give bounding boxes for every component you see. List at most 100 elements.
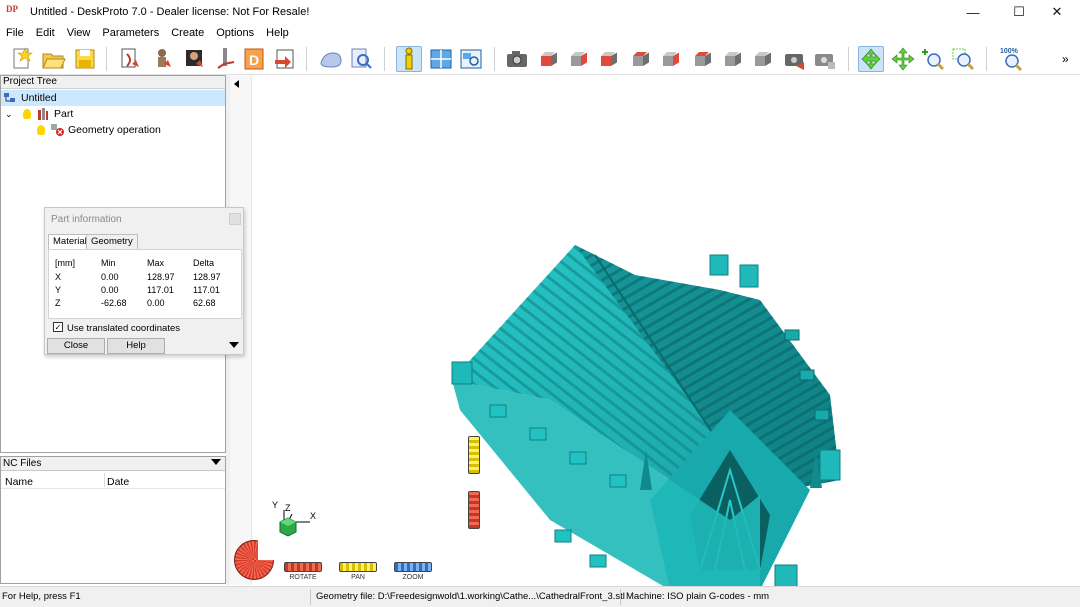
tree-item-label: Untitled (21, 92, 57, 104)
tree-item-part[interactable]: ⌄ Part (5, 106, 73, 122)
import-vector-icon[interactable] (150, 46, 176, 72)
nc-files-columns: Name Date (1, 471, 225, 489)
pan-label: PAN (351, 574, 365, 581)
axis-label-x: X (310, 511, 316, 521)
status-machine: Machine: ISO plain G-codes - mm (626, 591, 770, 602)
zoom-100-label: 100% (1000, 48, 1019, 55)
nc-files-panel: NC Files Name Date (0, 456, 226, 584)
menu-file[interactable]: File (0, 24, 30, 42)
status-help-text: For Help, press F1 (2, 591, 81, 602)
view-iso-icon[interactable] (720, 46, 746, 72)
tree-item-geometry-operation[interactable]: Geometry operation (37, 122, 161, 138)
dialog-title: Part information (51, 214, 122, 225)
drill-icon[interactable] (214, 46, 240, 72)
menu-view[interactable]: View (61, 24, 97, 42)
new-file-icon[interactable] (8, 46, 34, 72)
status-geometry-file: Geometry file: D:\Freedesignwold\1.worki… (316, 591, 625, 602)
visibility-bulb-icon[interactable] (37, 125, 45, 135)
svg-text:D: D (249, 52, 259, 68)
menu-parameters[interactable]: Parameters (96, 24, 165, 42)
zoom-in-icon[interactable] (920, 46, 946, 72)
toolbar-overflow-button[interactable]: » (1062, 52, 1069, 66)
expand-dialog-icon[interactable] (229, 342, 239, 348)
nc-files-title: NC Files (3, 458, 42, 469)
tree-item-label: Part (54, 108, 74, 120)
axis-triad: Y Z X (272, 500, 322, 540)
table-cell-max: 128.97 (147, 272, 175, 282)
chevron-down-icon[interactable] (211, 459, 221, 465)
minimize-button[interactable]: — (950, 0, 996, 24)
menu-edit[interactable]: Edit (30, 24, 61, 42)
save-icon[interactable] (72, 46, 98, 72)
table-cell-max: 117.01 (147, 285, 174, 295)
menu-options[interactable]: Options (210, 24, 260, 42)
export-icon[interactable] (272, 46, 298, 72)
import-bitmap-icon[interactable] (182, 46, 208, 72)
info-icon[interactable] (396, 46, 422, 72)
view-front-icon[interactable] (536, 46, 562, 72)
tree-item-untitled[interactable]: Untitled (1, 90, 225, 106)
nc-files-header: NC Files (1, 457, 225, 471)
pan-slider[interactable] (339, 562, 377, 572)
table-header-min: Min (101, 258, 116, 268)
tab-geometry[interactable]: Geometry (86, 234, 138, 249)
rotate-mode-icon[interactable] (858, 46, 884, 72)
table-cell-delta: 128.97 (193, 272, 221, 282)
rotate-vertical-slider[interactable] (468, 491, 480, 529)
menu-help[interactable]: Help (260, 24, 295, 42)
rotate-dial-mask (258, 540, 278, 560)
zoom-100-icon[interactable]: 100% (998, 46, 1028, 72)
view-right-icon[interactable] (628, 46, 654, 72)
design-icon[interactable]: D (242, 46, 268, 72)
collapse-panel-icon[interactable] (234, 80, 239, 88)
toolbar-separator (848, 47, 849, 71)
capture2-icon[interactable] (812, 46, 838, 72)
app-window: DP Untitled - DeskProto 7.0 - Dealer lic… (0, 0, 1080, 607)
window-title: Untitled - DeskProto 7.0 - Dealer licens… (30, 6, 310, 18)
use-translated-checkbox[interactable]: ✓ (53, 322, 63, 332)
zoom-search-icon[interactable] (348, 46, 374, 72)
table-header-unit: [mm] (55, 258, 75, 268)
table-row-axis: Y (55, 285, 62, 295)
tree-item-label: Geometry operation (68, 124, 161, 136)
cathedral-model[interactable] (430, 170, 880, 607)
rotate-slider[interactable] (284, 562, 322, 572)
table-cell-min: -62.68 (101, 298, 127, 308)
pan-vertical-slider[interactable] (468, 436, 480, 474)
table-row-axis: X (55, 272, 62, 282)
pan-mode-icon[interactable] (890, 46, 916, 72)
import-geometry-icon[interactable] (118, 46, 144, 72)
column-divider[interactable] (104, 473, 105, 487)
geometry-operation-error-icon (51, 124, 64, 136)
render-view-icon[interactable] (458, 46, 484, 72)
zoom-slider[interactable] (394, 562, 432, 572)
dimension-table: [mm] Min Max Delta X 0.00 128.97 128.97 … (48, 249, 242, 319)
close-button[interactable]: Close (47, 338, 105, 354)
dialog-close-button[interactable] (229, 213, 241, 225)
expand-chevron-icon[interactable]: ⌄ (5, 109, 17, 120)
menu-create[interactable]: Create (165, 24, 210, 42)
3d-viewport[interactable] (230, 75, 1080, 590)
layout-icon[interactable] (428, 46, 454, 72)
open-folder-icon[interactable] (40, 46, 66, 72)
help-button[interactable]: Help (107, 338, 165, 354)
use-translated-label: Use translated coordinates (67, 323, 181, 334)
view-top-icon[interactable] (658, 46, 684, 72)
visibility-bulb-icon[interactable] (23, 109, 31, 119)
view-back-icon[interactable] (566, 46, 592, 72)
column-header-date[interactable]: Date (107, 476, 129, 488)
main-toolbar: D 100% » (0, 42, 1080, 75)
view-left-icon[interactable] (596, 46, 622, 72)
capture-icon[interactable] (782, 46, 808, 72)
view-bottom-icon[interactable] (690, 46, 716, 72)
menu-bar: File Edit View Parameters Create Options… (0, 24, 1080, 42)
column-header-name[interactable]: Name (5, 476, 33, 488)
shading-icon[interactable] (318, 46, 344, 72)
table-header-max: Max (147, 258, 165, 268)
close-window-button[interactable]: ✕ (1034, 0, 1080, 24)
zoom-window-icon[interactable] (950, 46, 976, 72)
camera-icon[interactable] (504, 46, 530, 72)
table-cell-delta: 117.01 (193, 285, 220, 295)
view-iso2-icon[interactable] (750, 46, 776, 72)
table-row-axis: Z (55, 298, 61, 308)
